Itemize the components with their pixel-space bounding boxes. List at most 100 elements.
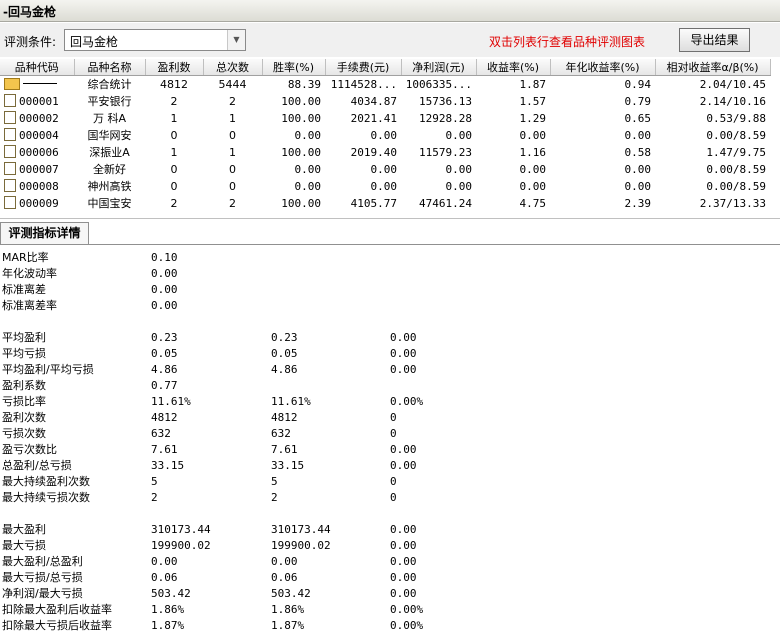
cell-annual: 0.65 [624, 111, 652, 125]
cell-code-text: 000004 [19, 129, 59, 142]
cell-net: 0.00 [445, 128, 473, 142]
cell-relative: 0.00/8.59 [706, 128, 766, 142]
cell-net: 12928.28 [419, 111, 472, 125]
metric-name: 年化波动率 [2, 267, 57, 280]
metric-row: 最大盈利/总盈利 0.00 0.00 0.00 [0, 554, 780, 570]
cell-relative: 1.47/9.75 [706, 145, 766, 159]
cell-ret: 4.75 [519, 196, 547, 210]
metric-value: 7.61 [151, 443, 178, 456]
metric-value: 0.00 [390, 539, 417, 552]
metric-row: 最大盈利 310173.44 310173.44 0.00 [0, 522, 780, 538]
metric-value: 2 [271, 491, 278, 504]
metric-name: 盈利次数 [2, 411, 46, 424]
column-header[interactable]: 品种名称 [74, 59, 146, 76]
metric-name: 最大盈利 [2, 523, 46, 536]
metric-value: 0.00% [390, 619, 424, 632]
column-header[interactable]: 盈利数 [145, 59, 204, 76]
metric-name: 总盈利/总亏损 [2, 459, 72, 472]
file-icon [4, 196, 16, 209]
cell-code: 000008 [0, 178, 74, 195]
metric-value: 0.00 [390, 459, 417, 472]
metric-value: 0.06 [151, 571, 178, 584]
metric-name: 盈亏次数比 [2, 443, 57, 456]
metric-value: 0.23 [151, 331, 178, 344]
hint-text: 双击列表行查看品种评测图表 [489, 35, 646, 49]
table-row[interactable]: 000009 中国宝安 2 2 100.00 4105.77 47461.24 4.75 2.3… [0, 195, 770, 212]
cell-profit-count: 0 [170, 179, 178, 193]
cell-total: 1 [229, 111, 236, 125]
cell-code-text: 000007 [19, 163, 59, 176]
cell-relative: 0.00/8.59 [706, 162, 766, 176]
export-results-button[interactable]: 导出结果 [679, 28, 750, 52]
cell-annual: 2.39 [624, 196, 652, 210]
cell-name: 中国宝安 [87, 197, 132, 210]
table-row[interactable]: 000006 深振业A 1 1 100.00 2019.40 11579.23 1.16 0.5… [0, 144, 770, 161]
metric-row: 平均亏损 0.05 0.05 0.00 [0, 346, 780, 362]
cell-profit-count: 0 [170, 128, 178, 142]
table-row[interactable]: 000008 神州高铁 0 0 0.00 0.00 0.00 0.00 0.00 0.00/8.5… [0, 178, 770, 195]
column-header[interactable]: 品种代码 [0, 59, 75, 76]
metric-value: 0.00 [151, 555, 178, 568]
metric-row: MAR比率 0.10 [0, 250, 780, 266]
cell-code: 000006 [0, 144, 74, 161]
table-row[interactable]: 000002 万 科A 1 1 100.00 2021.41 12928.28 1.29 0.6… [0, 110, 770, 127]
cell-code: 000004 [0, 127, 74, 144]
metric-value: 0.00 [390, 571, 417, 584]
file-icon [4, 128, 16, 141]
cell-name: 平安银行 [87, 95, 132, 108]
column-header[interactable]: 收益率(%) [476, 59, 551, 76]
table-row[interactable]: 000001 平安银行 2 2 100.00 4034.87 15736.13 1.57 0.7… [0, 93, 770, 110]
metric-value: 1.87% [151, 619, 185, 632]
cell-annual: 0.58 [624, 145, 652, 159]
cell-name: 全新好 [93, 163, 126, 176]
metric-value: 0.00 [271, 555, 298, 568]
metric-row: 总盈利/总亏损 33.15 33.15 0.00 [0, 458, 780, 474]
metric-value: 0 [390, 427, 397, 440]
column-header[interactable]: 净利润(元) [401, 59, 477, 76]
cell-relative: 0.00/8.59 [706, 179, 766, 193]
cell-net: 0.00 [445, 179, 473, 193]
metric-row: 扣除最大盈利后收益率 1.86% 1.86% 0.00% [0, 602, 780, 618]
cell-code-text: 000002 [19, 112, 59, 125]
metric-row: 标准离差率 0.00 [0, 298, 780, 314]
column-header[interactable]: 手续费(元) [325, 59, 402, 76]
column-header[interactable]: 总次数 [203, 59, 263, 76]
column-header[interactable]: 相对收益率α/β(%) [655, 59, 771, 76]
table-row[interactable]: 000007 全新好 0 0 0.00 0.00 0.00 0.00 0.00 0.00/8.59 [0, 161, 770, 178]
tab-metrics-details[interactable]: 评测指标详情 [0, 222, 89, 244]
cell-annual: 0.00 [624, 162, 652, 176]
metric-value: 33.15 [151, 459, 185, 472]
condition-select[interactable]: 回马金枪 ▼ [64, 29, 246, 51]
file-icon [4, 111, 16, 124]
tab-underline [0, 244, 780, 245]
cell-annual: 0.00 [624, 128, 652, 142]
file-icon [4, 162, 16, 175]
table-row[interactable]: 综合统计 4812 5444 88.39 1114528... 1006335... 1.8… [0, 76, 770, 93]
metric-name: 平均亏损 [2, 347, 46, 360]
cell-ret: 0.00 [519, 179, 547, 193]
table-row[interactable]: 000004 国华网安 0 0 0.00 0.00 0.00 0.00 0.00 0.00/8.5… [0, 127, 770, 144]
condition-select-value: 回马金枪 [70, 35, 119, 49]
cell-ret: 1.87 [519, 77, 547, 91]
window-title: -回马金枪 [0, 0, 780, 22]
cell-fee: 0.00 [370, 162, 398, 176]
metric-value: 4.86 [151, 363, 178, 376]
metric-value: 4812 [271, 411, 298, 424]
cell-ret: 1.29 [519, 111, 547, 125]
metric-name: 平均盈利/平均亏损 [2, 363, 94, 376]
column-header[interactable]: 胜率(%) [262, 59, 326, 76]
cell-annual: 0.94 [624, 77, 652, 91]
metric-value: 199900.02 [271, 539, 331, 552]
metric-value: 310173.44 [151, 523, 211, 536]
metric-name: 扣除最大亏损后收益率 [2, 619, 112, 632]
cell-win-rate: 100.00 [281, 145, 321, 159]
cell-net: 11579.23 [419, 145, 472, 159]
metric-row: 最大亏损 199900.02 199900.02 0.00 [0, 538, 780, 554]
metric-value: 1.87% [271, 619, 305, 632]
metrics-details-panel: MAR比率 0.10 年化波动率 0.00 标准离差 0.00 标准离差率 0.00 平均盈利 0… [0, 250, 780, 634]
cell-win-rate: 100.00 [281, 196, 321, 210]
column-header[interactable]: 年化收益率(%) [550, 59, 656, 76]
metric-name: 最大盈利/总盈利 [2, 555, 83, 568]
chevron-down-icon[interactable]: ▼ [227, 30, 245, 50]
